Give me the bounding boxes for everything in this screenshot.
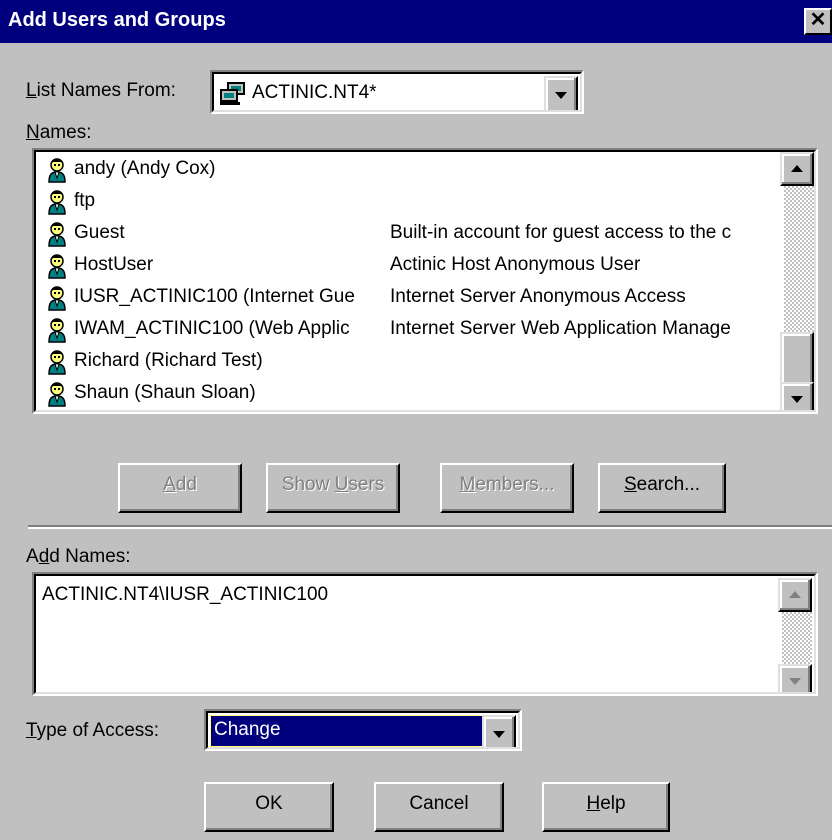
close-icon: ✕: [809, 9, 827, 31]
type-of-access-label: Type of Access:: [26, 720, 160, 741]
list-item[interactable]: IWAM_ACTINIC100 (Web Applic Internet Serv…: [44, 314, 784, 345]
separator-highlight: [28, 527, 832, 529]
window-title: Add Users and Groups: [8, 9, 226, 31]
search-button[interactable]: Search...: [598, 463, 726, 513]
list-item[interactable]: ftp: [44, 186, 784, 217]
type-of-access-value: Change: [214, 719, 281, 740]
list-item-name: Guest: [74, 222, 125, 243]
user-icon: [44, 316, 70, 343]
list-names-from-combo[interactable]: ACTINIC.NT4*: [210, 70, 584, 114]
list-item[interactable]: IUSR_ACTINIC100 (Internet Gue Internet Se…: [44, 282, 784, 313]
names-scroll-thumb[interactable]: [780, 332, 814, 386]
names-list[interactable]: andy (Andy Cox) ftp Guest Built-in account …: [32, 148, 818, 414]
user-icon: [44, 252, 70, 279]
add-names-field[interactable]: ACTINIC.NT4\IUSR_ACTINIC100: [32, 572, 818, 696]
arrow-up-icon: [791, 165, 803, 172]
chevron-down-icon: [555, 92, 567, 99]
domain-computer-icon: [220, 82, 245, 105]
type-of-access-combo[interactable]: Change: [204, 709, 522, 751]
add-names-value: ACTINIC.NT4\IUSR_ACTINIC100: [42, 584, 329, 605]
user-icon: [44, 220, 70, 247]
list-item-description: Internet Server Anonymous Access: [390, 286, 686, 307]
user-icon: [44, 156, 70, 183]
arrow-up-icon: [789, 591, 801, 598]
members-button[interactable]: Members...: [440, 463, 574, 513]
list-names-from-dropdown-button[interactable]: [544, 76, 578, 110]
add-button[interactable]: Add: [118, 463, 242, 513]
list-item-description: Built-in account for guest access to the…: [390, 222, 732, 243]
user-icon: [44, 284, 70, 311]
list-item-name: Richard (Richard Test): [74, 350, 263, 371]
list-item[interactable]: Shaun (Shaun Sloan): [44, 378, 784, 409]
list-item-name: ftp: [74, 190, 96, 211]
arrow-down-icon: [789, 678, 801, 685]
ok-button[interactable]: OK: [204, 782, 334, 832]
list-names-from-label: List Names From:: [26, 80, 176, 101]
type-of-access-dropdown-button[interactable]: [482, 715, 516, 747]
chevron-down-icon: [493, 731, 505, 738]
add-names-scroll-down-button[interactable]: [778, 664, 812, 692]
user-icon: [44, 380, 70, 407]
list-item-name: Shaun (Shaun Sloan): [74, 382, 256, 403]
list-item[interactable]: Richard (Richard Test): [44, 346, 784, 377]
arrow-down-icon: [791, 396, 803, 403]
cancel-button[interactable]: Cancel: [374, 782, 504, 832]
help-button[interactable]: Help: [542, 782, 670, 832]
list-item-name: HostUser: [74, 254, 154, 275]
names-scroll-down-button[interactable]: [780, 382, 814, 410]
add-names-label: Add Names:: [26, 546, 131, 567]
list-item-name: IUSR_ACTINIC100 (Internet Gue: [74, 286, 355, 307]
list-item[interactable]: HostUser Actinic Host Anonymous User: [44, 250, 784, 281]
list-item-name: IWAM_ACTINIC100 (Web Applic: [74, 318, 350, 339]
names-label: Names:: [26, 122, 92, 143]
user-icon: [44, 188, 70, 215]
list-item[interactable]: Guest Built-in account for guest access t…: [44, 218, 784, 249]
list-item[interactable]: andy (Andy Cox): [44, 154, 784, 185]
add-names-scroll-up-button[interactable]: [778, 578, 812, 612]
list-item-description: Actinic Host Anonymous User: [390, 254, 641, 275]
user-icon: [44, 348, 70, 375]
list-names-from-value: ACTINIC.NT4*: [252, 82, 377, 103]
close-button[interactable]: ✕: [804, 8, 832, 35]
list-item-description: Internet Server Web Application Manage: [390, 318, 731, 339]
show-users-button[interactable]: Show Users: [266, 463, 400, 513]
names-scroll-up-button[interactable]: [780, 152, 814, 186]
list-item-name: andy (Andy Cox): [74, 158, 216, 179]
